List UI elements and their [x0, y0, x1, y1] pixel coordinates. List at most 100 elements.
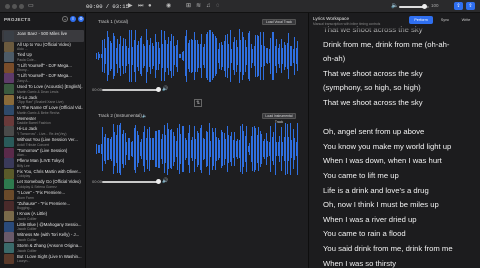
lyric-line[interactable]: That we shoot across the sky — [323, 69, 423, 78]
lyric-line[interactable]: You came to rain a flood — [323, 229, 406, 238]
volume-value: 100 — [431, 3, 439, 8]
lyric-line[interactable]: You know you make my world light up — [323, 142, 451, 151]
instrumental-volume-knob[interactable] — [156, 179, 161, 184]
instrumental-waveform[interactable] — [96, 123, 298, 175]
lyric-line[interactable]: When I was down, when I was hurt — [323, 156, 442, 165]
track-thumbnail — [4, 41, 14, 52]
lyric-line[interactable]: You came to lift me up — [323, 171, 399, 180]
add-project-icon[interactable]: + — [62, 16, 68, 22]
instrumental-volume-icon-right: 🔊 — [162, 178, 169, 184]
vocal-volume-icon: 🔊 — [162, 86, 169, 92]
mic-icon[interactable]: ◌ — [216, 2, 220, 11]
sound-icon[interactable]: ♫ — [206, 2, 211, 11]
lyric-line[interactable]: Life is a drink and love's a drug — [323, 186, 429, 195]
vocal-waveform[interactable] — [96, 29, 298, 83]
project-sidebar: PROJECTS + ≡ ⚙ Joan Baez - 500 Miles liv… — [0, 13, 86, 268]
close-window-button[interactable] — [5, 4, 10, 9]
track-thumbnail — [4, 211, 14, 222]
track-title: "I Lift Yourself" - DJF Mega... — [17, 73, 72, 79]
track-title: Fix You, Chris Martin with Oliver... — [17, 168, 82, 174]
waveform-icon[interactable]: ≋ — [196, 2, 201, 11]
perform-mode-button[interactable]: Perform — [409, 16, 433, 24]
track-thumbnail — [4, 94, 14, 105]
lyrics-fade — [309, 27, 480, 33]
projects-header: PROJECTS — [4, 17, 31, 22]
track-title: Storm & Zhang (Ansonn Origina... — [17, 243, 82, 248]
instrumental-volume-slider[interactable] — [102, 179, 161, 184]
swap-tracks-icon[interactable]: ⇅ — [194, 99, 203, 107]
title-bar: ▭ 00:00 / 03:15 ▶ ⏭ ● ◉ ⊞ ≋ ♫ ◌ 🔈 100 ⇪ … — [0, 0, 480, 13]
lyric-line[interactable]: When I was so thirsty — [323, 259, 396, 268]
write-mode-button[interactable]: Write — [456, 16, 476, 24]
lyric-line[interactable]: Oh, now I think I must be miles up — [323, 200, 439, 209]
lyric-line[interactable]: (symphony, so high, so high) — [323, 83, 421, 92]
sync-label: Sync — [440, 18, 450, 22]
volume-fill — [399, 6, 425, 8]
track-thumbnail — [4, 200, 14, 211]
lyric-line[interactable]: You said drink from me, drink from me — [323, 244, 453, 253]
track-title: Pflenv Man (LIVE Tokyo) — [17, 158, 65, 164]
vocal-volume-knob[interactable] — [156, 87, 161, 92]
track-thumbnail — [4, 253, 14, 264]
skip-forward-icon[interactable]: ⏭ — [138, 2, 143, 11]
volume-slider[interactable] — [399, 4, 429, 9]
track-thumbnail — [4, 137, 14, 147]
track-title: Memester — [17, 115, 37, 121]
track-thumbnail — [4, 126, 14, 137]
load-vocal-button[interactable]: Load Vocal Track — [262, 19, 296, 25]
track-artist: Atom Farm — [17, 195, 34, 200]
track-title: I Know (A Little) — [17, 211, 48, 217]
lyric-line[interactable]: Drink from me, drink from me (oh-ah- — [323, 40, 449, 49]
perform-label: Perform — [414, 18, 428, 22]
playback-time: 00:00 / 03:15 — [86, 3, 129, 10]
track-artist: Jacob Collier — [17, 248, 37, 253]
track-title: Used To Love (Acoustic) [English]... — [17, 84, 83, 89]
record-icon[interactable]: ● — [148, 2, 152, 11]
track-thumbnail — [4, 73, 14, 84]
share-button[interactable]: ⇧ — [466, 2, 475, 10]
grid-icon[interactable]: ⊞ — [186, 2, 191, 11]
track-artist: Avicii Tribute Concert — [17, 142, 49, 147]
track-artist: Lauryn... — [17, 259, 31, 264]
track-editor: Track 1 (Vocal) Load Vocal Track 00:00 🔊… — [86, 13, 308, 268]
track-thumbnail — [4, 105, 14, 116]
track-title: Tied Up — [17, 52, 32, 58]
lyric-line[interactable]: When I was a river dried up — [323, 215, 417, 224]
track-list-item[interactable]: But I Love Sight (Live In Washin... Laury… — [2, 253, 84, 265]
track-title: All Up to You (Official Video) — [17, 41, 71, 47]
track-thumbnail — [4, 243, 14, 253]
track-thumbnail — [4, 62, 14, 73]
track-title: Without You (Live Session Ver... — [17, 137, 78, 142]
stop-icon[interactable]: ◉ — [166, 2, 171, 11]
settings-icon[interactable]: ⚙ — [78, 16, 84, 22]
filter-icon[interactable]: ≡ — [70, 16, 76, 22]
load-instrumental-button[interactable]: Load Instrumental Track — [262, 113, 296, 124]
vocal-volume-slider[interactable] — [102, 87, 161, 92]
track-title: But I Love Sight (Live In Washin... — [17, 253, 82, 259]
track-thumbnail — [4, 179, 14, 190]
instrumental-track-title: Track 2 (Instrumental) — [98, 113, 142, 118]
instrumental-volume-icon: 🔈 — [142, 113, 147, 118]
export-button[interactable]: ⇪ — [454, 2, 463, 10]
lyric-line[interactable]: oh-ah) — [323, 54, 345, 63]
waveform-bar — [297, 123, 298, 175]
sidebar-toggle-icon[interactable]: ▭ — [28, 2, 34, 11]
track-title: Let Somebody Go (Official Video) — [17, 179, 81, 185]
track-title: In The Name Of Love (Official Vid... — [17, 105, 83, 111]
track-thumbnail — [4, 84, 14, 94]
zoom-window-button[interactable] — [19, 4, 24, 9]
volume-knob[interactable] — [422, 4, 427, 9]
track-thumbnail — [4, 158, 14, 169]
minimize-window-button[interactable] — [12, 4, 17, 9]
write-label: Write — [461, 18, 471, 22]
track-thumbnail — [4, 190, 14, 200]
lyrics-panel: Lyrics Workspace Manual transcription wi… — [308, 13, 480, 268]
play-icon[interactable]: ▶ — [128, 2, 133, 11]
track-title: "Tomorrow" (Live Session) — [17, 147, 68, 153]
track-title: Witness Me (with Tori Kelly) - J... — [17, 232, 80, 238]
lyric-line[interactable]: Oh, angel sent from up above — [323, 127, 424, 136]
sync-mode-button[interactable]: Sync — [436, 16, 454, 24]
lyric-line[interactable]: That we shoot across the sky — [323, 98, 423, 107]
track-title: "I Lift Yourself" - DJF Mega... — [17, 62, 72, 68]
vocal-track-title: Track 1 (Vocal) — [98, 19, 129, 24]
